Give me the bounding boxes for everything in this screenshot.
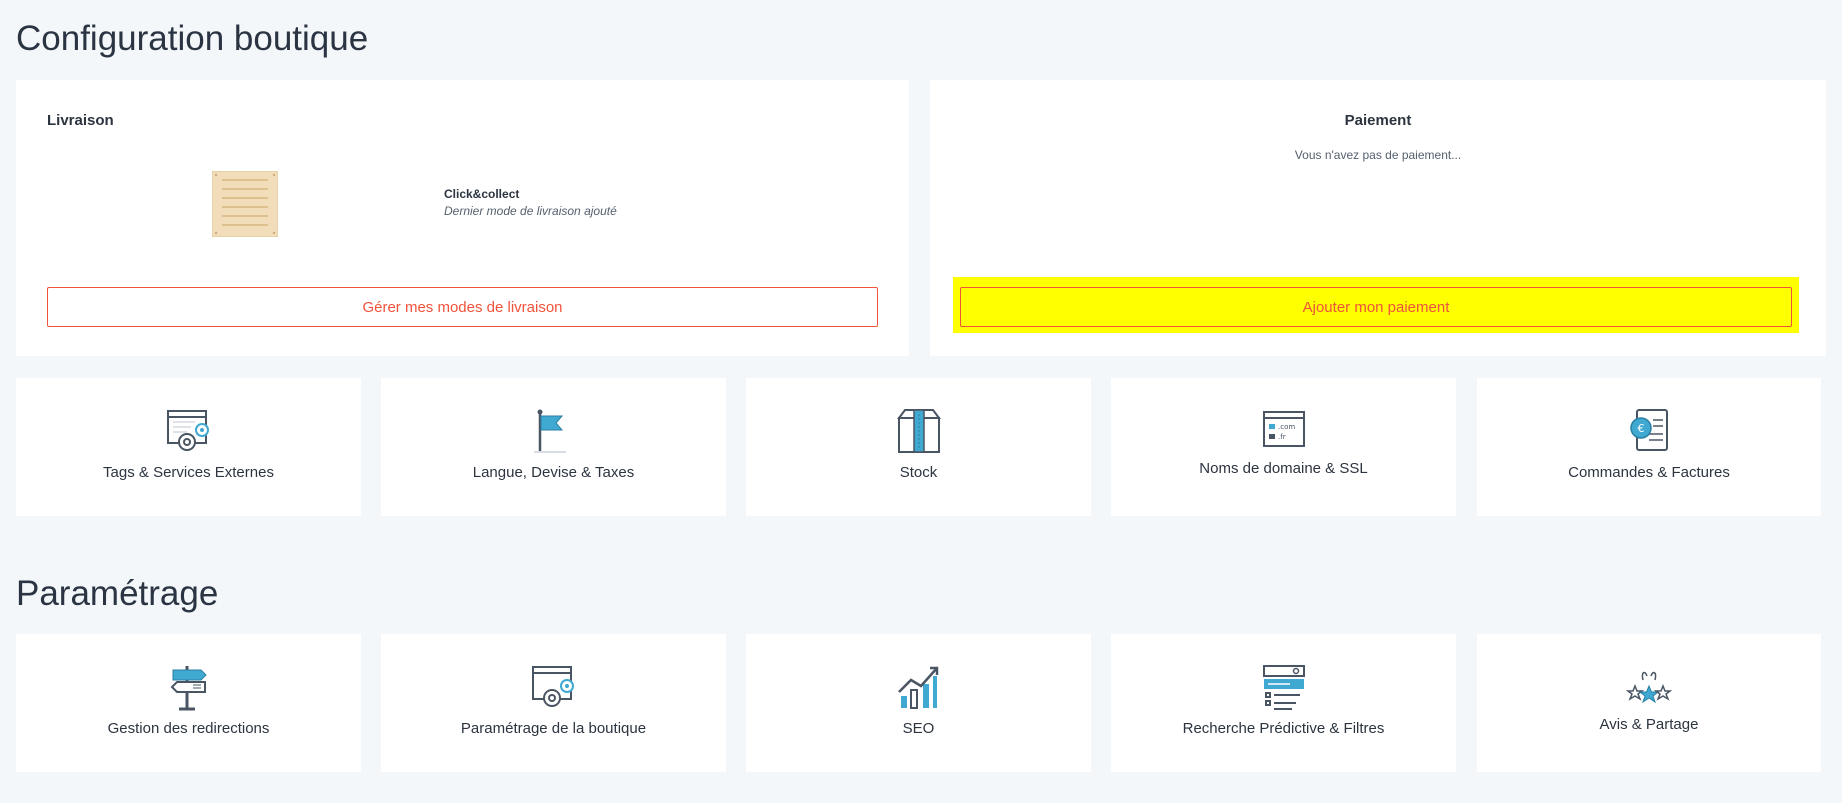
delivery-method-subtitle: Dernier mode de livraison ajouté [444,204,617,218]
payment-card: Paiement Vous n'avez pas de paiement... … [930,80,1826,356]
tile-stock[interactable]: Stock [746,378,1091,516]
tile-seo[interactable]: SEO [746,634,1091,772]
tile-label: Langue, Devise & Taxes [472,464,635,481]
tile-tags-services[interactable]: Tags & Services Externes [16,378,361,516]
tile-label: Gestion des redirections [107,720,270,737]
tile-orders-invoices[interactable]: € Commandes & Factures [1477,378,1821,516]
payment-empty-text: Vous n'avez pas de paiement... [1294,148,1462,162]
box-icon [895,408,943,456]
tile-label: Avis & Partage [1599,716,1699,733]
settings-title: Paramétrage [16,574,219,613]
tile-label: Noms de domaine & SSL [1199,460,1368,477]
shop-gear-icon [530,664,578,712]
tile-label: Tags & Services Externes [103,464,274,481]
crate-icon [211,170,279,238]
delivery-card: Livraison Click&collect Dernier mode de … [16,80,909,356]
signpost-icon [165,664,213,712]
tile-language-currency[interactable]: Langue, Devise & Taxes [381,378,726,516]
tile-label: Commandes & Factures [1568,464,1730,481]
add-payment-button[interactable]: Ajouter mon paiement [960,287,1792,327]
delivery-method: Click&collect Dernier mode de livraison … [444,187,617,218]
delivery-title: Livraison [47,112,114,129]
delivery-method-name: Click&collect [444,187,520,201]
tile-label: Recherche Prédictive & Filtres [1182,720,1385,737]
tile-shop-settings[interactable]: Paramétrage de la boutique [381,634,726,772]
tags-gear-icon [165,408,213,456]
search-filter-icon [1260,664,1308,712]
domain-browser-icon: .com .fr [1260,410,1308,452]
tile-label: Stock [899,464,938,481]
flag-icon [530,408,578,456]
payment-title: Paiement [1344,112,1412,129]
tile-redirections[interactable]: Gestion des redirections [16,634,361,772]
svg-text:€: € [1638,422,1645,435]
svg-text:.com: .com [1278,423,1295,431]
stars-hands-icon [1625,666,1673,708]
tile-reviews-sharing[interactable]: Avis & Partage [1477,634,1821,772]
invoice-euro-icon: € [1625,408,1673,456]
tile-domain-ssl[interactable]: .com .fr Noms de domaine & SSL [1111,378,1456,516]
tile-label: Paramétrage de la boutique [460,720,647,737]
svg-text:.fr: .fr [1278,433,1286,441]
page-title: Configuration boutique [16,19,369,58]
tile-predictive-search[interactable]: Recherche Prédictive & Filtres [1111,634,1456,772]
manage-delivery-button[interactable]: Gérer mes modes de livraison [47,287,878,327]
growth-chart-icon [895,664,943,712]
tile-label: SEO [902,720,935,737]
